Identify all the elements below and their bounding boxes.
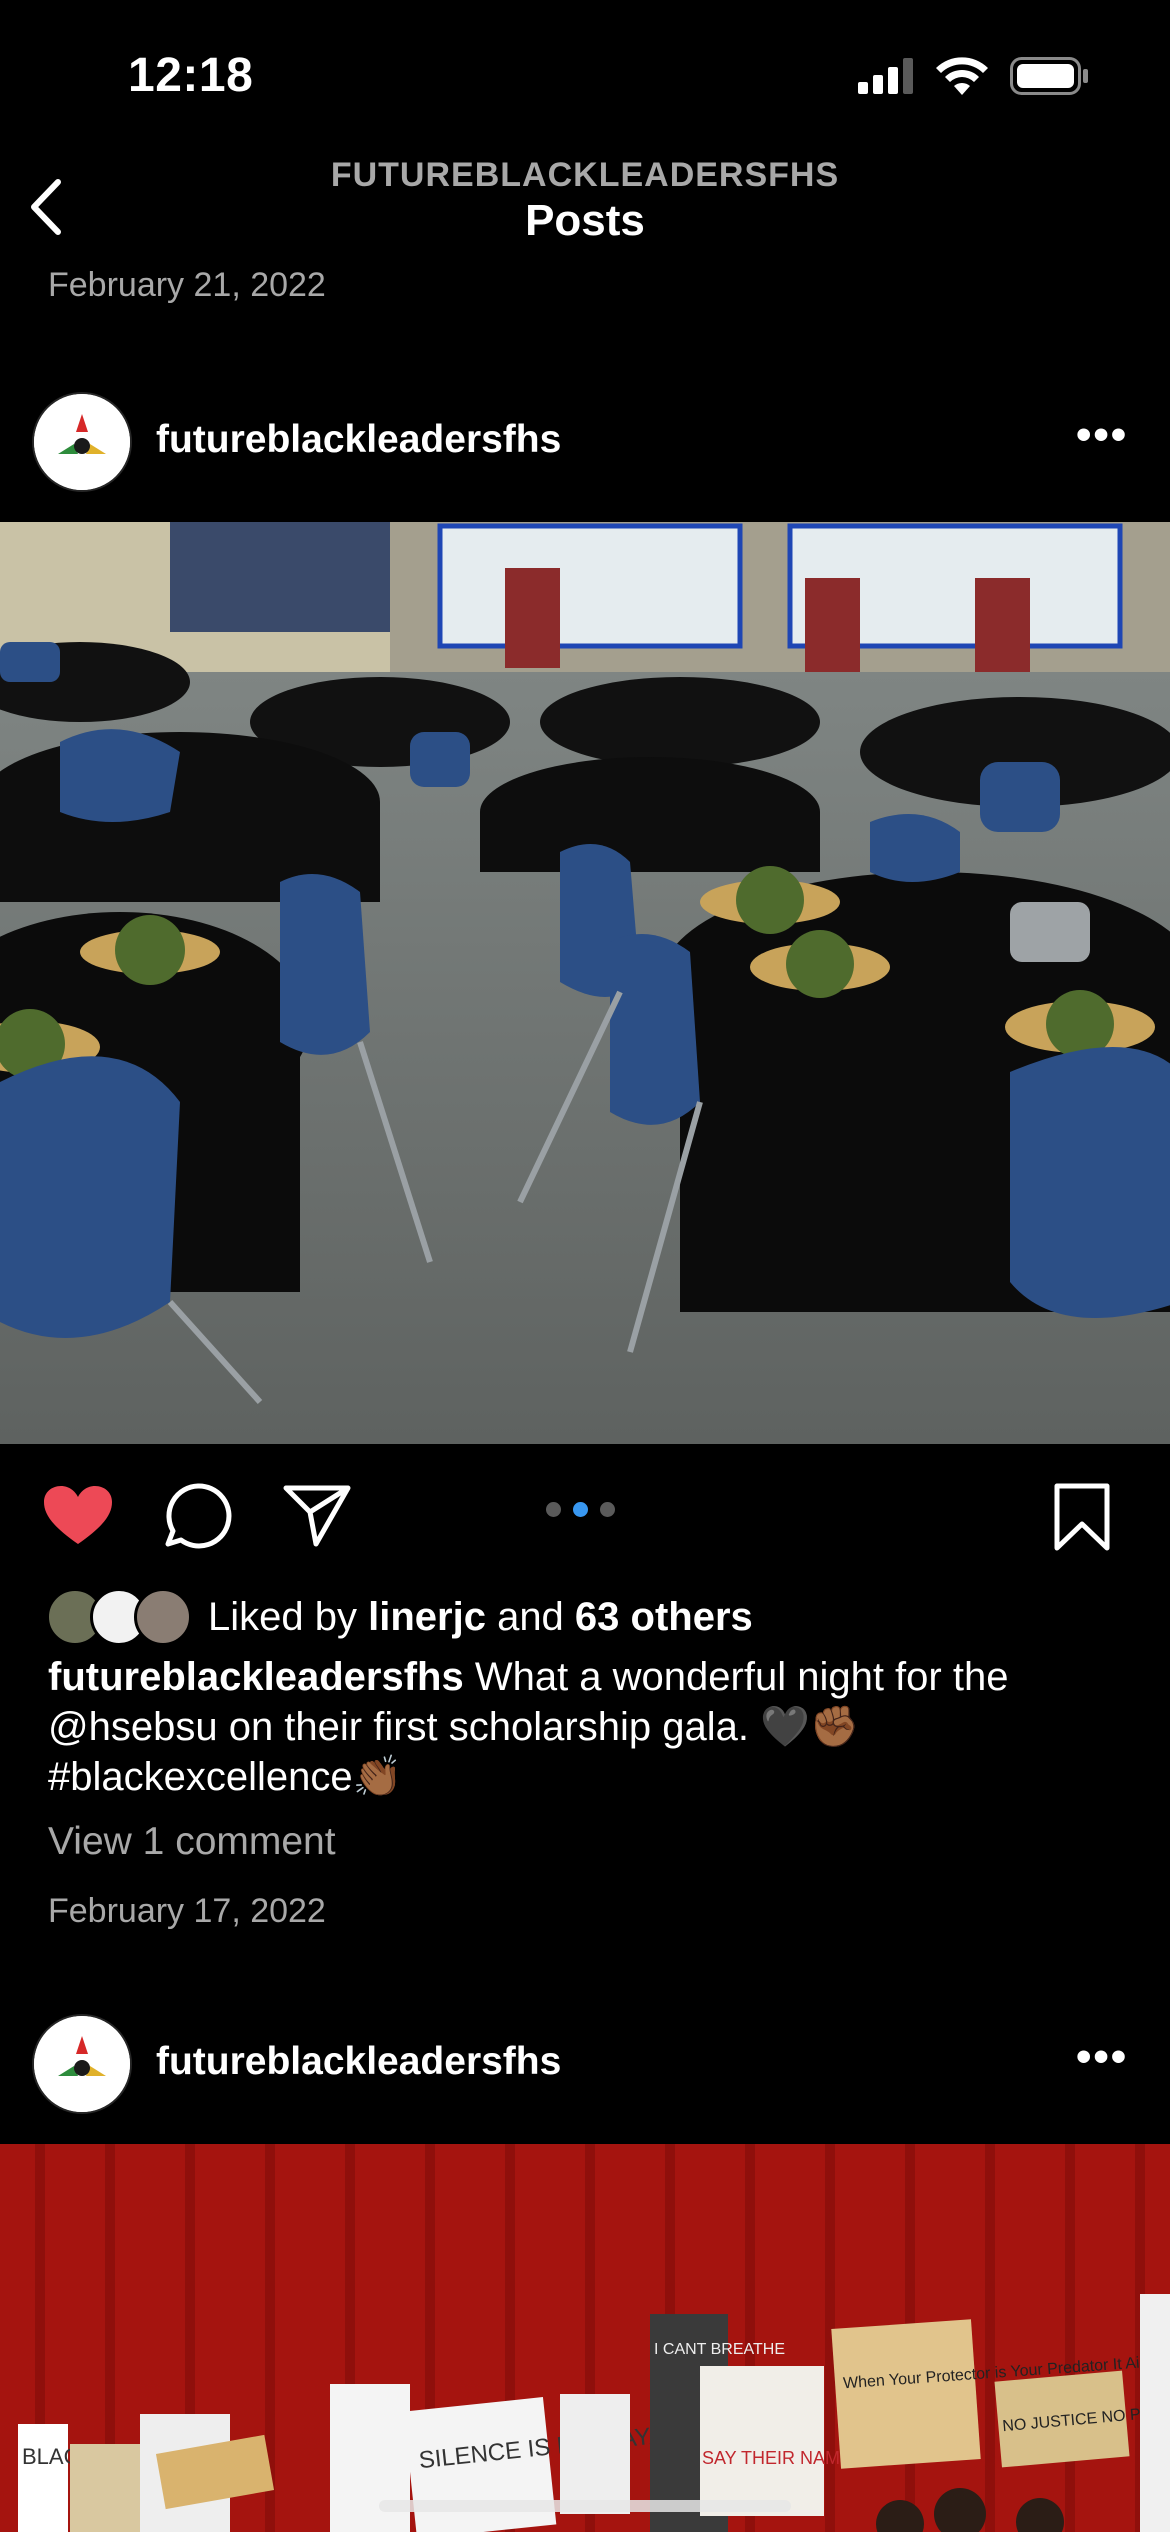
view-comments-link[interactable]: View 1 comment [48,1820,336,1864]
battery-icon [1010,57,1088,95]
caption-username[interactable]: futureblackleadersfhs [48,1655,464,1699]
status-time: 12:18 [128,49,254,102]
caption-hashtag[interactable]: #blackexcellence👏🏾 [48,1755,402,1799]
carousel-indicator [546,1502,615,1517]
sign-text: SAY THEIR NAME [702,2448,852,2468]
banquet-hall-image [0,522,1170,1444]
liker-avatar [134,1588,192,1646]
wifi-icon [936,57,988,95]
avatar-logo [34,394,130,490]
post-username[interactable]: futureblackleadersfhs [156,2040,561,2084]
post-username[interactable]: futureblackleadersfhs [156,418,561,462]
home-indicator[interactable] [379,2500,791,2512]
comment-icon[interactable] [164,1482,232,1550]
avatar-logo [34,2016,130,2112]
page-title: Posts [525,196,645,245]
likes-prefix: Liked by [208,1594,369,1639]
likes-row[interactable]: Liked by linerjc and 63 others [46,1588,753,1646]
carousel-dot [600,1502,615,1517]
post-caption: futureblackleadersfhs What a wonderful n… [48,1652,1128,1802]
post-photo[interactable]: BLACK LIVES SILENCE IS BETRAYAL I CANT B… [0,2144,1170,2532]
avatar[interactable] [32,392,132,492]
previous-post-date: February 21, 2022 [48,266,326,304]
likes-text[interactable]: Liked by linerjc and 63 others [208,1595,753,1640]
signal-icon [858,58,913,94]
share-icon[interactable] [282,1484,352,1548]
sign-text: I CANT BREATHE [654,2341,785,2358]
carousel-dot-active [573,1502,588,1517]
post-photo[interactable] [0,522,1170,1444]
bookmark-icon[interactable] [1052,1482,1112,1552]
nav-account-name: FUTUREBLACKLEADERSFHS [330,156,840,194]
protest-image: BLACK LIVES SILENCE IS BETRAYAL I CANT B… [0,2144,1170,2532]
likes-count[interactable]: 63 others [575,1595,753,1639]
post-date: February 17, 2022 [48,1892,326,1930]
more-icon[interactable]: ••• [1076,2032,1128,2082]
status-icons [858,56,1090,96]
likes-middle: and [485,1594,575,1639]
liker-username[interactable]: linerjc [368,1595,486,1639]
more-icon[interactable]: ••• [1076,410,1128,460]
heart-icon[interactable] [42,1484,114,1548]
avatar[interactable] [32,2014,132,2114]
carousel-dot [546,1502,561,1517]
